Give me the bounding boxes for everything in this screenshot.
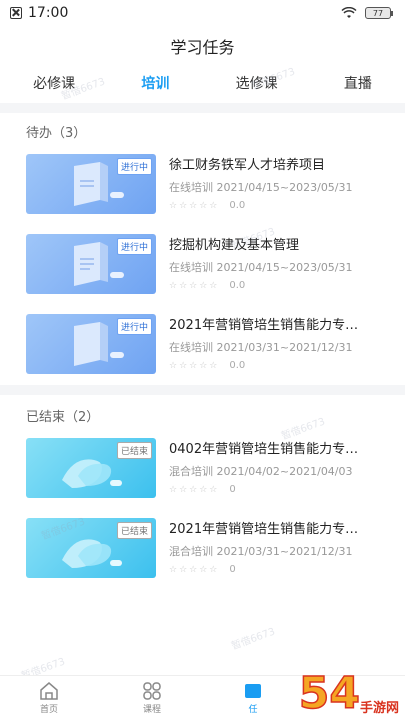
status-badge: 进行中 <box>116 158 152 175</box>
section-title-pending: 待办（3） <box>26 126 87 141</box>
rating: ☆☆☆☆☆ 0.0 <box>169 200 245 211</box>
status-badge: 进行中 <box>116 318 152 335</box>
course-meta: 在线培训 2021/04/15~2023/05/31 <box>169 181 353 194</box>
status-badge: 进行中 <box>116 238 152 255</box>
battery-level: 77 <box>372 8 384 18</box>
wifi-icon <box>341 7 357 18</box>
tab-required[interactable]: 必修课 <box>25 70 83 100</box>
section-title-ended: 已结束（2） <box>26 410 100 425</box>
tab-live[interactable]: 直播 <box>336 70 380 100</box>
rating-score: 0.0 <box>229 280 246 291</box>
divider <box>0 385 405 395</box>
divider <box>0 103 405 113</box>
logo-number: 54 <box>298 668 361 719</box>
status-badge: 已结束 <box>116 522 152 539</box>
list-item[interactable]: 已结束 0402年营销管培生销售能力专… 混合培训 2021/04/02~202… <box>26 438 386 502</box>
course-title: 0402年营销管培生销售能力专… <box>169 442 359 457</box>
course-title: 徐工财务铁军人才培养项目 <box>169 158 326 173</box>
star-rating-icon: ☆☆☆☆☆ <box>169 484 220 495</box>
status-badge: 已结束 <box>116 442 152 459</box>
tab-elective[interactable]: 选修课 <box>228 70 286 100</box>
star-rating-icon: ☆☆☆☆☆ <box>169 564 220 575</box>
course-meta: 在线培训 2021/03/31~2021/12/31 <box>169 341 353 354</box>
rating: ☆☆☆☆☆ 0 <box>169 564 236 575</box>
grid-icon <box>143 682 161 700</box>
nav-label: 首页 <box>39 705 58 715</box>
rating: ☆☆☆☆☆ 0.0 <box>169 280 245 291</box>
list-item[interactable]: 进行中 挖掘机构建及基本管理 在线培训 2021/04/15~2023/05/3… <box>26 234 386 298</box>
list-item[interactable]: 进行中 2021年营销管培生销售能力专… 在线培训 2021/03/31~202… <box>26 314 386 378</box>
course-thumbnail: 已结束 <box>26 518 156 578</box>
rating-score: 0 <box>229 564 236 575</box>
rating-score: 0.0 <box>229 200 246 211</box>
course-meta: 混合培训 2021/04/02~2021/04/03 <box>169 465 353 478</box>
blended-learning-illustration-icon <box>62 459 122 488</box>
list-item[interactable]: 进行中 徐工财务铁军人才培养项目 在线培训 2021/04/15~2023/05… <box>26 154 386 218</box>
course-meta: 在线培训 2021/04/15~2023/05/31 <box>169 261 353 274</box>
course-title: 2021年营销管培生销售能力专… <box>169 318 359 333</box>
star-rating-icon: ☆☆☆☆☆ <box>169 280 220 291</box>
nav-home[interactable]: 首页 <box>24 680 74 715</box>
list-item[interactable]: 已结束 2021年营销管培生销售能力专… 混合培训 2021/03/31~202… <box>26 518 386 582</box>
blended-learning-illustration-icon <box>62 539 122 568</box>
nav-label: 课程 <box>142 705 161 715</box>
rating: ☆☆☆☆☆ 0.0 <box>169 360 245 371</box>
tab-bar: 必修课 培训 选修课 直播 <box>0 70 405 106</box>
star-rating-icon: ☆☆☆☆☆ <box>169 200 220 211</box>
nav-courses[interactable]: 课程 <box>127 680 177 715</box>
rating: ☆☆☆☆☆ 0 <box>169 484 236 495</box>
site-logo: 54 手游网 <box>245 660 405 720</box>
course-meta: 混合培训 2021/03/31~2021/12/31 <box>169 545 353 558</box>
tab-training[interactable]: 培训 <box>133 70 177 106</box>
watermark: 暂借6673 <box>230 626 277 653</box>
course-thumbnail: 进行中 <box>26 234 156 294</box>
status-bar: 17:00 77 <box>0 0 405 26</box>
star-rating-icon: ☆☆☆☆☆ <box>169 360 220 371</box>
page-title: 学习任务 <box>170 38 235 57</box>
logo-text: 手游网 <box>359 701 399 716</box>
course-title: 挖掘机构建及基本管理 <box>169 238 300 253</box>
course-thumbnail: 进行中 <box>26 154 156 214</box>
battery-icon: 77 <box>365 7 393 19</box>
notification-x-icon <box>10 7 22 19</box>
home-icon <box>40 682 58 700</box>
rating-score: 0.0 <box>229 360 246 371</box>
course-thumbnail: 进行中 <box>26 314 156 374</box>
course-title: 2021年营销管培生销售能力专… <box>169 522 359 537</box>
status-time: 17:00 <box>28 5 69 21</box>
rating-score: 0 <box>229 484 236 495</box>
course-thumbnail: 已结束 <box>26 438 156 498</box>
